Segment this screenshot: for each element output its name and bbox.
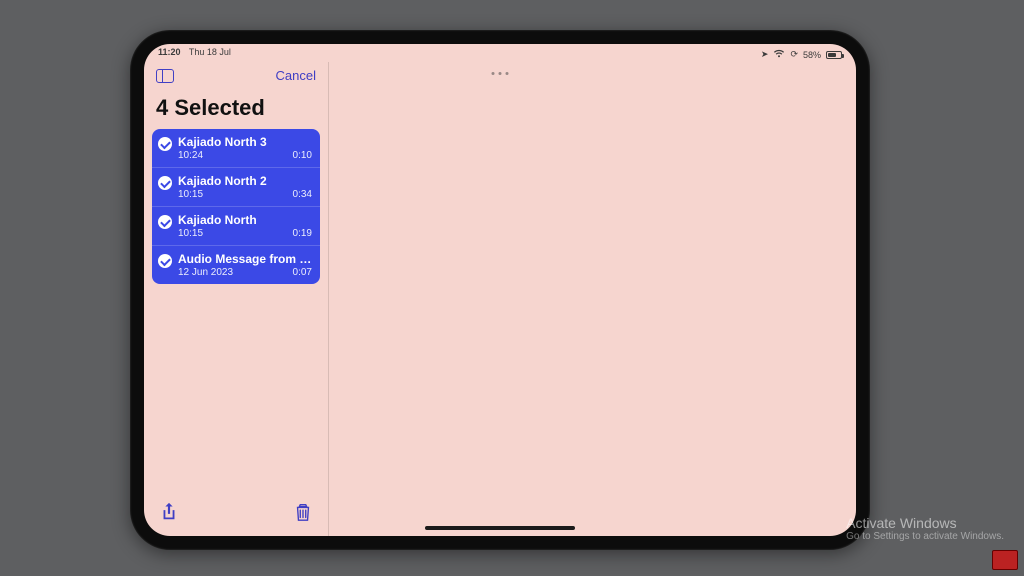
recordings-sidebar: Cancel 4 Selected Kajiado North 3 10:24 … — [144, 62, 329, 536]
battery-percent: 58% — [803, 50, 821, 60]
ipad-screen: 11:20 Thu 18 Jul ➤ ⟳ 58% Cancel 4 Select… — [144, 44, 856, 536]
ipad-device-frame: 11:20 Thu 18 Jul ➤ ⟳ 58% Cancel 4 Select… — [130, 30, 870, 550]
recording-title: Audio Message from Boss — [178, 252, 312, 266]
wifi-icon — [773, 49, 785, 60]
channel-logo — [992, 550, 1018, 570]
checkmark-icon[interactable] — [158, 137, 172, 151]
windows-activation-watermark: Activate Windows Go to Settings to activ… — [846, 515, 1004, 542]
recording-row[interactable]: Audio Message from Boss 12 Jun 2023 0:07 — [152, 246, 320, 284]
recording-row[interactable]: Kajiado North 2 10:15 0:34 — [152, 168, 320, 207]
recording-title: Kajiado North 3 — [178, 135, 312, 149]
cancel-button[interactable]: Cancel — [276, 68, 316, 83]
recording-list: Kajiado North 3 10:24 0:10 Kajiado North… — [144, 129, 328, 284]
rotation-lock-icon: ⟳ — [790, 49, 798, 60]
recording-time: 10:24 — [178, 150, 203, 161]
location-icon: ➤ — [761, 49, 769, 60]
recording-duration: 0:07 — [293, 267, 312, 278]
share-button[interactable] — [160, 502, 178, 522]
recording-row[interactable]: Kajiado North 3 10:24 0:10 — [152, 129, 320, 168]
multitask-dots-icon[interactable] — [492, 72, 509, 75]
battery-icon — [826, 51, 842, 59]
delete-button[interactable] — [294, 502, 312, 522]
status-date: Thu 18 Jul — [189, 47, 231, 57]
watermark-line1: Activate Windows — [846, 515, 1004, 531]
recording-duration: 0:19 — [293, 228, 312, 239]
recording-time: 10:15 — [178, 189, 203, 200]
checkmark-icon[interactable] — [158, 254, 172, 268]
recording-duration: 0:34 — [293, 189, 312, 200]
recording-title: Kajiado North — [178, 213, 312, 227]
checkmark-icon[interactable] — [158, 176, 172, 190]
recording-row[interactable]: Kajiado North 10:15 0:19 — [152, 207, 320, 246]
sidebar-bottom-toolbar — [144, 492, 328, 536]
sidebar-toggle-icon[interactable] — [156, 69, 174, 83]
home-indicator[interactable] — [425, 526, 575, 530]
status-time: 11:20 — [158, 47, 181, 57]
recording-duration: 0:10 — [293, 150, 312, 161]
checkmark-icon[interactable] — [158, 215, 172, 229]
recording-title: Kajiado North 2 — [178, 174, 312, 188]
status-bar: 11:20 Thu 18 Jul ➤ ⟳ 58% — [144, 44, 856, 62]
sidebar-toolbar: Cancel — [144, 62, 328, 87]
recording-time: 10:15 — [178, 228, 203, 239]
recording-time: 12 Jun 2023 — [178, 267, 233, 278]
watermark-line2: Go to Settings to activate Windows. — [846, 531, 1004, 542]
page-title: 4 Selected — [144, 87, 328, 129]
